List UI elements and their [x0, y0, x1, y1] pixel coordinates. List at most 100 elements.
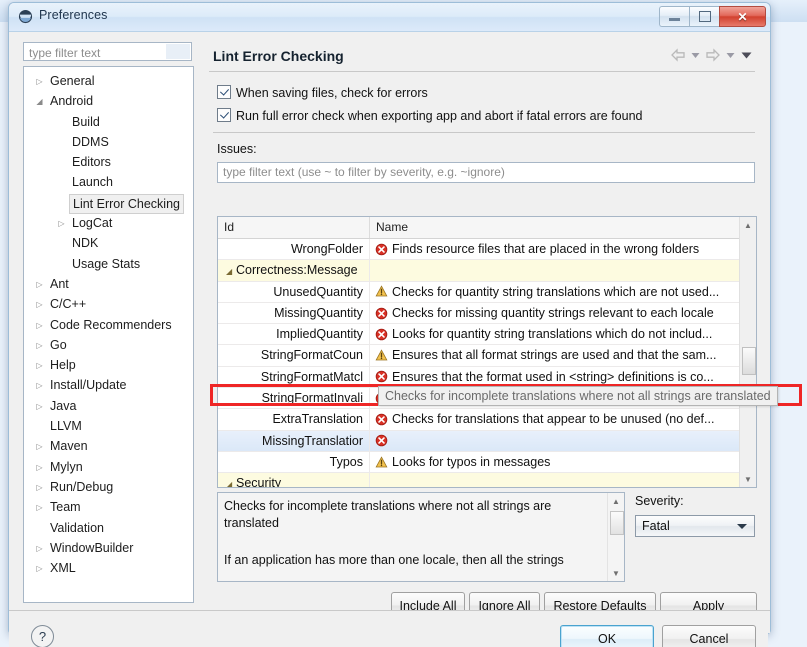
scroll-up-icon[interactable]: ▲ [740, 217, 756, 233]
description-scrollbar[interactable]: ▲ ▼ [607, 493, 624, 581]
tree-collapsed-icon[interactable]: ▷ [34, 299, 45, 310]
column-header-id[interactable]: Id [218, 217, 370, 238]
group-expanded-icon[interactable]: ◢ [226, 475, 236, 487]
sidebar-item-logcat[interactable]: ▷ LogCat [24, 213, 193, 233]
sidebar-item-android[interactable]: ◢ Android [24, 91, 193, 111]
sidebar-item-general[interactable]: ▷ General [24, 71, 193, 91]
table-row[interactable]: MissingQuantity Checks for missing quanti… [218, 302, 756, 325]
table-row[interactable]: MissingTranslatior [218, 430, 756, 452]
tree-collapsed-icon[interactable]: ▷ [34, 482, 45, 493]
save-check-errors-checkbox[interactable] [217, 85, 231, 99]
tree-collapsed-icon[interactable]: ▷ [34, 360, 45, 371]
table-row[interactable]: Typos Looks for typos in messages [218, 451, 756, 474]
severity-value: Fatal [642, 519, 670, 533]
save-check-errors-row[interactable]: When saving files, check for errors [217, 85, 428, 100]
scroll-thumb[interactable] [742, 347, 756, 375]
sidebar-item-ndk[interactable]: NDK [24, 233, 193, 253]
tree-collapsed-icon[interactable]: ▷ [34, 340, 45, 351]
full-error-check-checkbox[interactable] [217, 108, 231, 122]
table-group-row[interactable]: ◢ Correctness:Message [218, 260, 756, 282]
sidebar-item-label: DDMS [72, 134, 109, 149]
tree-collapsed-icon[interactable]: ▷ [34, 563, 45, 574]
group-expanded-icon[interactable]: ◢ [226, 262, 236, 280]
sidebar-item-xml[interactable]: ▷ XML [24, 558, 193, 578]
issue-description-paragraph-1: Checks for incomplete translations where… [224, 499, 552, 530]
tree-collapsed-icon[interactable]: ▷ [34, 543, 45, 554]
sidebar-item-ant[interactable]: ▷ Ant [24, 274, 193, 294]
tree-collapsed-icon[interactable]: ▷ [34, 441, 45, 452]
forward-arrow-icon[interactable] [705, 48, 721, 62]
severity-select[interactable]: Fatal [635, 515, 755, 537]
view-menu-icon[interactable] [740, 50, 753, 60]
table-row[interactable]: ExtraTranslation Checks for translations … [218, 409, 756, 431]
table-group-row[interactable]: ◢ Security [218, 473, 756, 487]
tree-expanded-icon[interactable]: ◢ [34, 96, 45, 107]
error-icon [375, 413, 388, 426]
sidebar-item-build[interactable]: Build [24, 112, 193, 132]
sidebar-item-code-recommenders[interactable]: ▷ Code Recommenders [24, 315, 193, 335]
forward-dropdown-icon[interactable] [725, 50, 736, 60]
cell-name: Checks for quantity string translations … [370, 282, 756, 302]
table-row[interactable]: WrongFolder Finds resource files that are… [218, 239, 756, 261]
sidebar-item-windowbuilder[interactable]: ▷ WindowBuilder [24, 538, 193, 558]
sidebar-item-llvm[interactable]: LLVM [24, 416, 193, 436]
issues-table[interactable]: Id Name WrongFolder Finds resource files … [217, 216, 757, 488]
sidebar-item-install-update[interactable]: ▷ Install/Update [24, 375, 193, 395]
tree-collapsed-icon[interactable]: ▷ [34, 279, 45, 290]
scroll-down-icon[interactable]: ▼ [740, 471, 756, 487]
sidebar-item-launch[interactable]: Launch [24, 172, 193, 192]
sidebar-item-help[interactable]: ▷ Help [24, 355, 193, 375]
sidebar-filter-placeholder: type filter text [29, 46, 101, 60]
sidebar-item-run-debug[interactable]: ▷ Run/Debug [24, 477, 193, 497]
error-icon [375, 307, 388, 319]
sidebar-item-label: Mylyn [50, 459, 83, 474]
tree-collapsed-icon[interactable]: ▷ [34, 320, 45, 331]
table-row[interactable]: ImpliedQuantity Looks for quantity string… [218, 324, 756, 346]
sidebar-item-ddms[interactable]: DDMS [24, 132, 193, 152]
help-icon[interactable]: ? [31, 625, 54, 647]
back-dropdown-icon[interactable] [690, 50, 701, 60]
cell-id: Typos [218, 451, 370, 473]
issues-filter-input[interactable]: type filter text (use ~ to filter by sev… [217, 162, 755, 183]
sidebar-item-usage-stats[interactable]: Usage Stats [24, 254, 193, 274]
description-scroll-down-icon[interactable]: ▼ [608, 565, 624, 581]
preferences-tree[interactable]: ▷ General ◢ Android Build DDMS Editors Launch Li… [23, 66, 194, 603]
maximize-button[interactable] [689, 6, 719, 27]
sidebar-item-maven[interactable]: ▷ Maven [24, 436, 193, 456]
cell-id: ◢ Correctness:Message [218, 260, 370, 281]
sidebar-item-lint-error-checking[interactable]: Lint Error Checking [24, 193, 193, 214]
column-header-name[interactable]: Name [370, 217, 756, 238]
tree-collapsed-icon[interactable]: ▷ [34, 502, 45, 513]
sidebar-item-label: LogCat [72, 216, 113, 231]
description-scroll-up-icon[interactable]: ▲ [608, 493, 624, 509]
tree-collapsed-icon[interactable]: ▷ [34, 380, 45, 391]
cancel-button[interactable]: Cancel [662, 625, 756, 647]
ok-button[interactable]: OK [560, 625, 654, 647]
tree-collapsed-icon[interactable]: ▷ [34, 462, 45, 473]
sidebar-item-go[interactable]: ▷ Go [24, 335, 193, 355]
sidebar-filter-input[interactable]: type filter text [23, 42, 192, 61]
tree-collapsed-icon[interactable]: ▷ [34, 76, 45, 87]
tree-collapsed-icon[interactable]: ▷ [34, 401, 45, 412]
table-header: Id Name [218, 217, 756, 239]
table-row[interactable]: StringFormatCoun Ensures that all format … [218, 345, 756, 367]
description-scroll-thumb[interactable] [610, 511, 624, 535]
dialog-footer: ? OK Cancel [9, 611, 768, 647]
cell-id: ExtraTranslation [218, 409, 370, 430]
back-arrow-icon[interactable] [670, 48, 686, 62]
table-scrollbar[interactable]: ▲ ▼ [739, 217, 756, 487]
tree-collapsed-icon[interactable]: ▷ [56, 218, 67, 229]
sidebar-item-team[interactable]: ▷ Team [24, 497, 193, 517]
sidebar-item-editors[interactable]: Editors [24, 152, 193, 172]
sidebar-item-java[interactable]: ▷ Java [24, 396, 193, 416]
full-error-check-row[interactable]: Run full error check when exporting app … [217, 108, 642, 123]
sidebar-item-validation[interactable]: Validation [24, 518, 193, 538]
table-row[interactable]: UnusedQuantity Checks for quantity string… [218, 281, 756, 303]
table-row[interactable]: StringFormatMatcl Ensures that the format… [218, 366, 756, 389]
minimize-button[interactable] [659, 6, 689, 27]
close-button[interactable]: ✕ [719, 6, 766, 27]
sidebar-item-mylyn[interactable]: ▷ Mylyn [24, 457, 193, 477]
cell-id: StringFormatInvali [218, 388, 370, 409]
cell-name-text: Checks for translations that appear to b… [392, 412, 715, 427]
sidebar-item-c-c[interactable]: ▷ C/C++ [24, 294, 193, 314]
